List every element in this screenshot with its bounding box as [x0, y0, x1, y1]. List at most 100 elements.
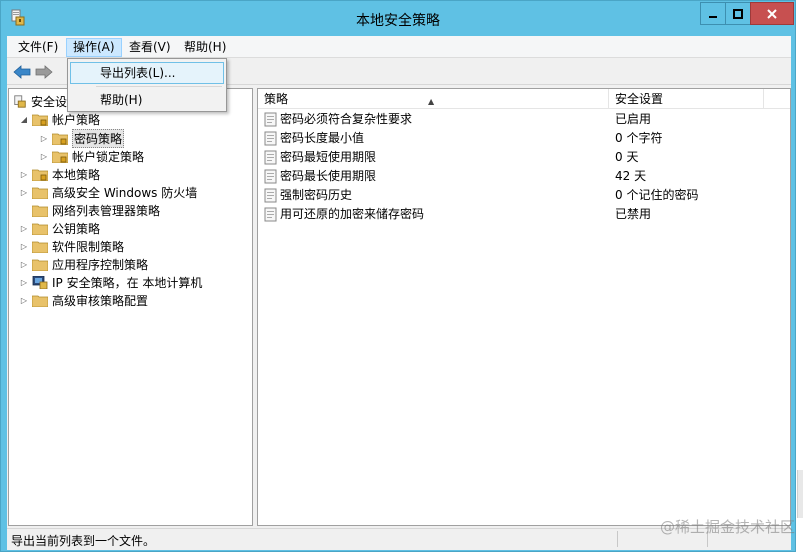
folder-lock-icon [32, 114, 48, 126]
tree-label: 网络列表管理器策略 [52, 203, 161, 218]
expand-icon[interactable]: ▷ [19, 223, 29, 233]
window-title: 本地安全策略 [356, 13, 440, 29]
list-row[interactable]: 强制密码历史 0 个记住的密码 [258, 186, 790, 205]
tree-item-application-control[interactable]: ▷ 应用程序控制策略 [19, 255, 148, 273]
minimize-icon [709, 15, 717, 18]
watermark: @稀土掘金技术社区 [659, 518, 795, 536]
tree-label: 本地策略 [52, 167, 101, 182]
expand-icon[interactable]: ▷ [19, 259, 29, 269]
folder-icon [32, 241, 48, 253]
folder-lock-icon [52, 151, 68, 163]
minimize-button[interactable] [700, 2, 726, 25]
action-menu-dropdown: 导出列表(L)... 帮助(H) [67, 58, 227, 112]
tree-item-ip-security[interactable]: ▷ IP 安全策略，在 本地计算机 [19, 273, 202, 291]
forward-arrow-icon[interactable] [35, 64, 53, 80]
back-arrow-icon[interactable] [13, 64, 31, 80]
folder-icon [32, 295, 48, 307]
policy-name: 密码长度最小值 [280, 131, 365, 145]
menu-item-help[interactable]: 帮助(H) [70, 89, 224, 111]
menu-bar: 文件(F) 操作(A) 查看(V) 帮助(H) [7, 36, 791, 58]
list-header: 策略 ▲ 安全设置 [258, 89, 790, 109]
tree-item-local-policies[interactable]: ▷ 本地策略 [19, 165, 100, 183]
menu-action[interactable]: 操作(A) [66, 38, 122, 57]
policy-setting: 0 个字符 [615, 131, 663, 145]
policy-setting: 42 天 [615, 169, 647, 183]
sort-ascending-icon: ▲ [428, 97, 435, 106]
desktop-edge-mark [797, 470, 803, 518]
tree-item-account-lockout-policy[interactable]: ▷ 帐户锁定策略 [39, 147, 144, 165]
policy-setting: 0 个记住的密码 [615, 188, 699, 202]
folder-lock-icon [52, 133, 68, 145]
expand-icon[interactable]: ▷ [39, 133, 49, 143]
policy-icon [264, 112, 277, 127]
tree-item-advanced-audit[interactable]: ▷ 高级审核策略配置 [19, 291, 148, 309]
folder-icon [32, 223, 48, 235]
tree-label: 软件限制策略 [52, 239, 125, 254]
menu-separator [96, 86, 222, 87]
list-row[interactable]: 密码长度最小值 0 个字符 [258, 129, 790, 148]
tree-item-password-policy[interactable]: ▷ 密码策略 [39, 128, 125, 148]
column-header-label: 安全设置 [615, 92, 664, 106]
maximize-button[interactable] [725, 2, 751, 25]
policy-icon [264, 188, 277, 203]
menu-file[interactable]: 文件(F) [12, 38, 64, 57]
navigation-tree[interactable]: 安全设置 ◢ 帐户策略 ▷ 密码策略 ▷ 帐户锁定策略 ▷ 本地策略 ▷ 高级安… [8, 88, 253, 526]
tree-label: 密码策略 [72, 128, 125, 148]
folder-icon [32, 205, 48, 217]
tree-item-software-restriction[interactable]: ▷ 软件限制策略 [19, 237, 124, 255]
expand-icon[interactable]: ▷ [19, 169, 29, 179]
list-row[interactable]: 密码必须符合复杂性要求 已启用 [258, 110, 790, 129]
policy-name: 强制密码历史 [280, 188, 353, 202]
policy-setting: 已启用 [615, 112, 652, 126]
tree-item-public-key-policies[interactable]: ▷ 公钥策略 [19, 219, 100, 237]
app-window: 本地安全策略 文件(F) 操作(A) 查看(V) 帮助(H) 安全设置 ◢ 帐户… [0, 0, 796, 552]
expand-icon[interactable]: ▷ [19, 277, 29, 287]
policy-icon [264, 150, 277, 165]
tree-label: IP 安全策略，在 本地计算机 [52, 275, 203, 290]
maximize-icon [733, 8, 743, 19]
menu-help[interactable]: 帮助(H) [178, 38, 232, 57]
status-divider [617, 531, 618, 547]
tree-label: 帐户策略 [52, 112, 101, 127]
policy-icon [264, 131, 277, 146]
policy-name: 密码必须符合复杂性要求 [280, 112, 413, 126]
expand-icon[interactable]: ▷ [39, 151, 49, 161]
folder-lock-icon [32, 169, 48, 181]
tree-item-account-policies[interactable]: ◢ 帐户策略 [19, 110, 100, 128]
tree-label: 公钥策略 [52, 221, 101, 236]
close-button[interactable] [750, 2, 794, 25]
status-text: 导出当前列表到一个文件。 [11, 534, 156, 548]
list-row[interactable]: 密码最短使用期限 0 天 [258, 148, 790, 167]
policy-name: 密码最长使用期限 [280, 169, 377, 183]
policy-icon [264, 169, 277, 184]
tree-label: 高级审核策略配置 [52, 293, 149, 308]
collapse-icon[interactable]: ◢ [19, 114, 29, 124]
policy-setting: 已禁用 [615, 207, 652, 221]
policy-name: 用可还原的加密来储存密码 [280, 207, 425, 221]
list-row[interactable]: 用可还原的加密来储存密码 已禁用 [258, 205, 790, 224]
tree-label: 高级安全 Windows 防火墙 [52, 185, 198, 200]
expand-icon[interactable]: ▷ [19, 241, 29, 251]
ip-security-icon [32, 275, 48, 289]
policy-setting: 0 天 [615, 150, 639, 164]
tree-item-network-list-manager[interactable]: 网络列表管理器策略 [32, 201, 160, 219]
list-row[interactable]: 密码最长使用期限 42 天 [258, 167, 790, 186]
folder-icon [32, 259, 48, 271]
policy-name: 密码最短使用期限 [280, 150, 377, 164]
desktop-edge [797, 0, 805, 555]
close-icon [767, 8, 777, 19]
security-settings-icon [14, 94, 26, 108]
expand-icon[interactable]: ▷ [19, 187, 29, 197]
tree-item-windows-firewall[interactable]: ▷ 高级安全 Windows 防火墙 [19, 183, 197, 201]
policy-list[interactable]: 策略 ▲ 安全设置 密码必须符合复杂性要求 已启用 密码长度最小值 0 个字符 … [257, 88, 791, 526]
expand-icon[interactable]: ▷ [19, 295, 29, 305]
menu-item-export-list[interactable]: 导出列表(L)... [70, 62, 224, 84]
title-bar[interactable]: 本地安全策略 [1, 1, 795, 37]
tree-label: 应用程序控制策略 [52, 257, 149, 272]
column-header-setting[interactable]: 安全设置 [609, 89, 764, 109]
folder-icon [32, 187, 48, 199]
column-header-policy[interactable]: 策略 ▲ [258, 89, 609, 109]
policy-icon [264, 207, 277, 222]
menu-view[interactable]: 查看(V) [123, 38, 177, 57]
tree-label: 帐户锁定策略 [72, 149, 145, 164]
